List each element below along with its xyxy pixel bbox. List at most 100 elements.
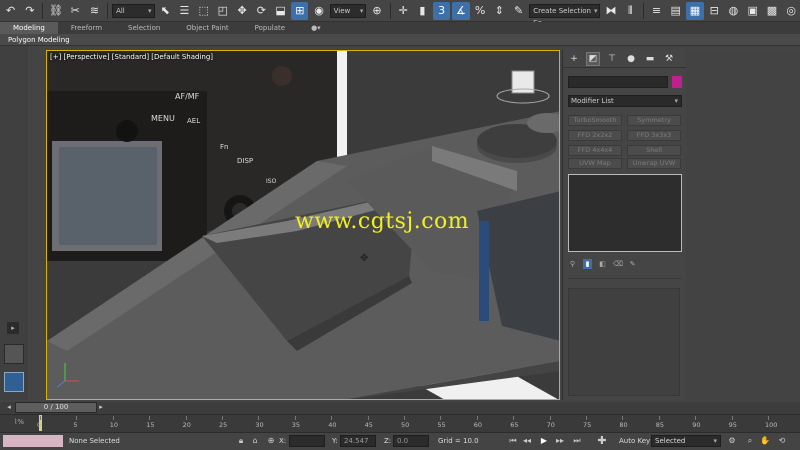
select-object-icon[interactable]: ⬉ (157, 2, 174, 20)
tab-modeling[interactable]: Modeling (0, 22, 58, 34)
zoom-icon[interactable]: ⌕ (745, 435, 755, 447)
viewport-layout-active-button[interactable] (4, 372, 24, 392)
select-by-name-icon[interactable]: ☰ (176, 2, 193, 20)
select-manipulate-icon[interactable]: ✛ (395, 2, 412, 20)
set-key-icon[interactable]: ✚ (597, 435, 607, 447)
undo-icon[interactable]: ↶ (2, 2, 19, 20)
angle-snap-icon[interactable]: ∡ (452, 1, 470, 20)
time-slider-handle[interactable]: 0 / 100 (15, 402, 97, 413)
lock-selection-icon[interactable]: 🔒︎ (236, 435, 246, 447)
time-slider-next-icon[interactable]: ▸ (97, 403, 105, 412)
display-tab-icon[interactable]: ▬ (644, 53, 656, 65)
make-unique-icon[interactable]: ◧ (598, 259, 607, 269)
redo-icon[interactable]: ↷ (21, 2, 38, 20)
window-crossing-icon[interactable]: ◰ (214, 2, 231, 20)
layer-explorer-icon[interactable]: ≡ (648, 2, 665, 20)
select-and-scale-icon[interactable]: ⬓ (272, 2, 289, 20)
perspective-viewport[interactable]: AF/MF MENU AEL Fn DISP ISO ✥ [+] [Perspe… (46, 50, 560, 400)
track-bar[interactable] (0, 414, 800, 432)
next-frame-icon[interactable]: ▸▸ (555, 435, 565, 447)
rollout-divider[interactable] (568, 278, 682, 284)
hierarchy-tab-icon[interactable]: ⊤ (606, 53, 618, 65)
previous-frame-icon[interactable]: ◂◂ (522, 435, 532, 447)
modifier-button-turbosmooth[interactable]: TurboSmooth (568, 115, 622, 126)
modifier-button-unwrapuvw[interactable]: Unwrap UVW (627, 158, 681, 169)
modifier-button-uvwmap[interactable]: UVW Map (568, 158, 622, 169)
toggle-ribbon-icon[interactable]: ▤ (667, 2, 684, 20)
modifier-button-symmetry[interactable]: Symmetry (627, 115, 681, 126)
select-and-rotate-icon[interactable]: ⟳ (253, 2, 270, 20)
render-production-icon[interactable]: ◎ (783, 2, 800, 20)
time-config-icon[interactable]: ⚙ (727, 435, 737, 447)
play-icon[interactable]: ▶ (539, 435, 549, 447)
show-end-result-icon[interactable]: ▮ (583, 259, 592, 269)
polygon-modeling-label[interactable]: Polygon Modeling (8, 34, 70, 46)
create-tab-icon[interactable]: + (568, 53, 580, 65)
select-and-place-icon[interactable]: ⊞ (291, 1, 309, 20)
ribbon-options-icon[interactable]: ●▾ (298, 22, 334, 34)
tab-selection[interactable]: Selection (115, 22, 173, 34)
trackbar-tick (149, 416, 151, 420)
select-and-move-icon[interactable]: ✥ (234, 2, 251, 20)
x-coord-field[interactable] (289, 435, 325, 447)
tab-populate[interactable]: Populate (242, 22, 298, 34)
motion-tab-icon[interactable]: ● (625, 53, 637, 65)
pin-stack-icon[interactable]: ⚲ (568, 259, 577, 269)
material-editor-icon[interactable]: ◍ (725, 2, 742, 20)
toolbar-separator (107, 2, 109, 19)
rendered-frame-window-icon[interactable]: ▩ (763, 2, 780, 20)
configure-modifier-sets-icon[interactable]: ✎ (628, 259, 637, 269)
key-filter-dropdown[interactable]: Selected (651, 435, 721, 447)
reference-coordinate-dropdown[interactable]: View (329, 3, 367, 18)
z-coord-field[interactable]: 0.0 (393, 435, 429, 447)
spinner-snap-icon[interactable]: ⇕ (491, 2, 508, 20)
modifier-button-ffd3[interactable]: FFD 3x3x3 (627, 130, 681, 141)
select-and-manipulate-icon[interactable]: ◉ (310, 2, 327, 20)
modifier-button-ffd2[interactable]: FFD 2x2x2 (568, 130, 622, 141)
schematic-view-icon[interactable]: ⊟ (706, 2, 723, 20)
mirror-icon[interactable]: ⧓ (602, 2, 619, 20)
y-coord-field[interactable]: 24.547 (340, 435, 376, 447)
maxscript-listener[interactable] (3, 435, 63, 447)
modifier-stack[interactable] (568, 174, 682, 252)
time-slider-prev-icon[interactable]: ◂ (5, 403, 13, 412)
named-selection-sets-dropdown[interactable]: Create Selection Se (529, 3, 601, 27)
object-name-field[interactable] (568, 76, 668, 88)
curve-editor-icon[interactable]: ▦ (686, 1, 704, 20)
modifier-list-dropdown[interactable]: Modifier List (568, 95, 682, 107)
mini-curve-editor-icon[interactable]: ⌇% (14, 418, 24, 426)
auto-key-button[interactable]: Auto Key (619, 437, 650, 445)
bind-spacewarp-icon[interactable]: ≋ (86, 2, 103, 20)
go-to-start-icon[interactable]: ⏮ (508, 435, 518, 447)
tab-object-paint[interactable]: Object Paint (173, 22, 241, 34)
modify-tab-icon[interactable]: ◩ (586, 51, 600, 66)
orbit-icon[interactable]: ⟲ (777, 435, 787, 447)
modifier-button-ffd4[interactable]: FFD 4x4x4 (568, 145, 622, 156)
trackbar-tick-label: 30 (255, 421, 264, 429)
viewport-label[interactable]: [+] [Perspective] [Standard] [Default Sh… (50, 53, 213, 61)
pan-icon[interactable]: ✋ (760, 435, 770, 447)
rectangular-selection-icon[interactable]: ⬚ (195, 2, 212, 20)
align-icon[interactable]: ⫴ (622, 2, 639, 20)
expand-arrow-icon[interactable]: ▸ (7, 322, 19, 334)
modifier-button-shell[interactable]: Shell (627, 145, 681, 156)
keyboard-shortcut-override-icon[interactable]: ▮ (414, 2, 431, 20)
edit-named-selection-icon[interactable]: ✎ (510, 2, 527, 20)
viewport-layout-button[interactable] (4, 344, 24, 364)
time-slider-track[interactable] (0, 402, 800, 414)
selection-filter-dropdown[interactable]: All (112, 3, 155, 18)
link-icon[interactable]: ⛓ (47, 2, 64, 20)
unlink-icon[interactable]: ✂ (67, 2, 84, 20)
percent-snap-icon[interactable]: % (472, 2, 489, 20)
utilities-tab-icon[interactable]: ⚒ (663, 53, 675, 65)
absolute-mode-icon[interactable]: ⊕ (266, 435, 276, 447)
remove-modifier-icon[interactable]: ⌫ (613, 259, 623, 269)
render-setup-icon[interactable]: ▣ (744, 2, 761, 20)
tab-freeform[interactable]: Freeform (58, 22, 115, 34)
object-color-swatch[interactable] (672, 76, 682, 88)
pivot-center-icon[interactable]: ⊕ (368, 2, 385, 20)
isolate-icon[interactable]: ⌂ (250, 435, 260, 447)
go-to-end-icon[interactable]: ⏭ (572, 435, 582, 447)
parameters-rollout[interactable] (568, 288, 680, 396)
snaps-toggle-icon[interactable]: 3 (433, 1, 451, 20)
